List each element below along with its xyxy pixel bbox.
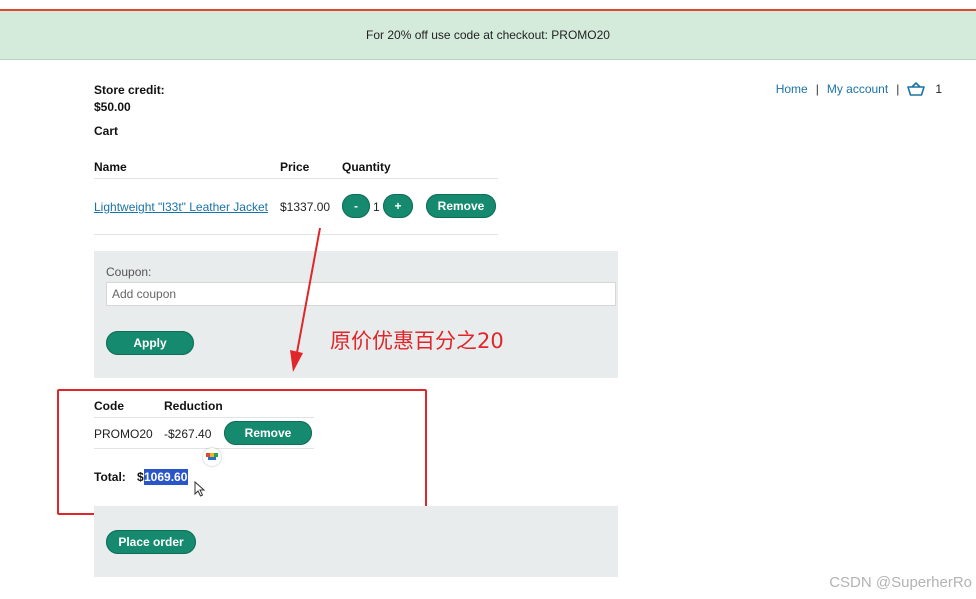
cart-count: 1 [935, 82, 942, 96]
annotation-text: 原价优惠百分之20 [330, 329, 504, 353]
place-order-panel: Place order [94, 506, 618, 577]
coupon-input[interactable] [106, 282, 616, 306]
quantity-decrease-button[interactable]: - [342, 194, 370, 218]
cart-item-row: Lightweight "l33t" Leather Jacket $1337.… [94, 180, 498, 235]
promo-banner-text: For 20% off use code at checkout: PROMO2… [366, 28, 610, 42]
nav-separator: | [815, 82, 819, 96]
nav-my-account-link[interactable]: My account [827, 82, 888, 96]
product-price: $1337.00 [280, 200, 331, 214]
column-name: Name [94, 160, 127, 174]
cart-basket-icon[interactable] [907, 82, 926, 96]
coupon-panel: Coupon: Apply [94, 251, 618, 378]
column-quantity: Quantity [342, 160, 391, 174]
product-name-link[interactable]: Lightweight "l33t" Leather Jacket [94, 200, 268, 214]
quantity-value: 1 [373, 200, 380, 214]
promo-banner: For 20% off use code at checkout: PROMO2… [0, 11, 976, 60]
apply-coupon-button[interactable]: Apply [106, 331, 194, 355]
place-order-button[interactable]: Place order [106, 530, 196, 554]
store-credit-label: Store credit: [94, 83, 165, 97]
top-nav: Home | My account | 1 [776, 82, 942, 96]
coupon-label: Coupon: [106, 265, 152, 279]
watermark: CSDN @SuperherRo [829, 574, 972, 591]
quantity-increase-button[interactable]: + [383, 194, 413, 218]
store-credit-value: $50.00 [94, 100, 131, 114]
cart-table-header: Name Price Quantity [94, 160, 498, 179]
annotation-highlight-box [57, 389, 427, 515]
nav-home-link[interactable]: Home [776, 82, 808, 96]
column-price: Price [280, 160, 310, 174]
cart-title: Cart [94, 124, 119, 138]
nav-separator: | [896, 82, 900, 96]
remove-item-button[interactable]: Remove [426, 194, 496, 218]
